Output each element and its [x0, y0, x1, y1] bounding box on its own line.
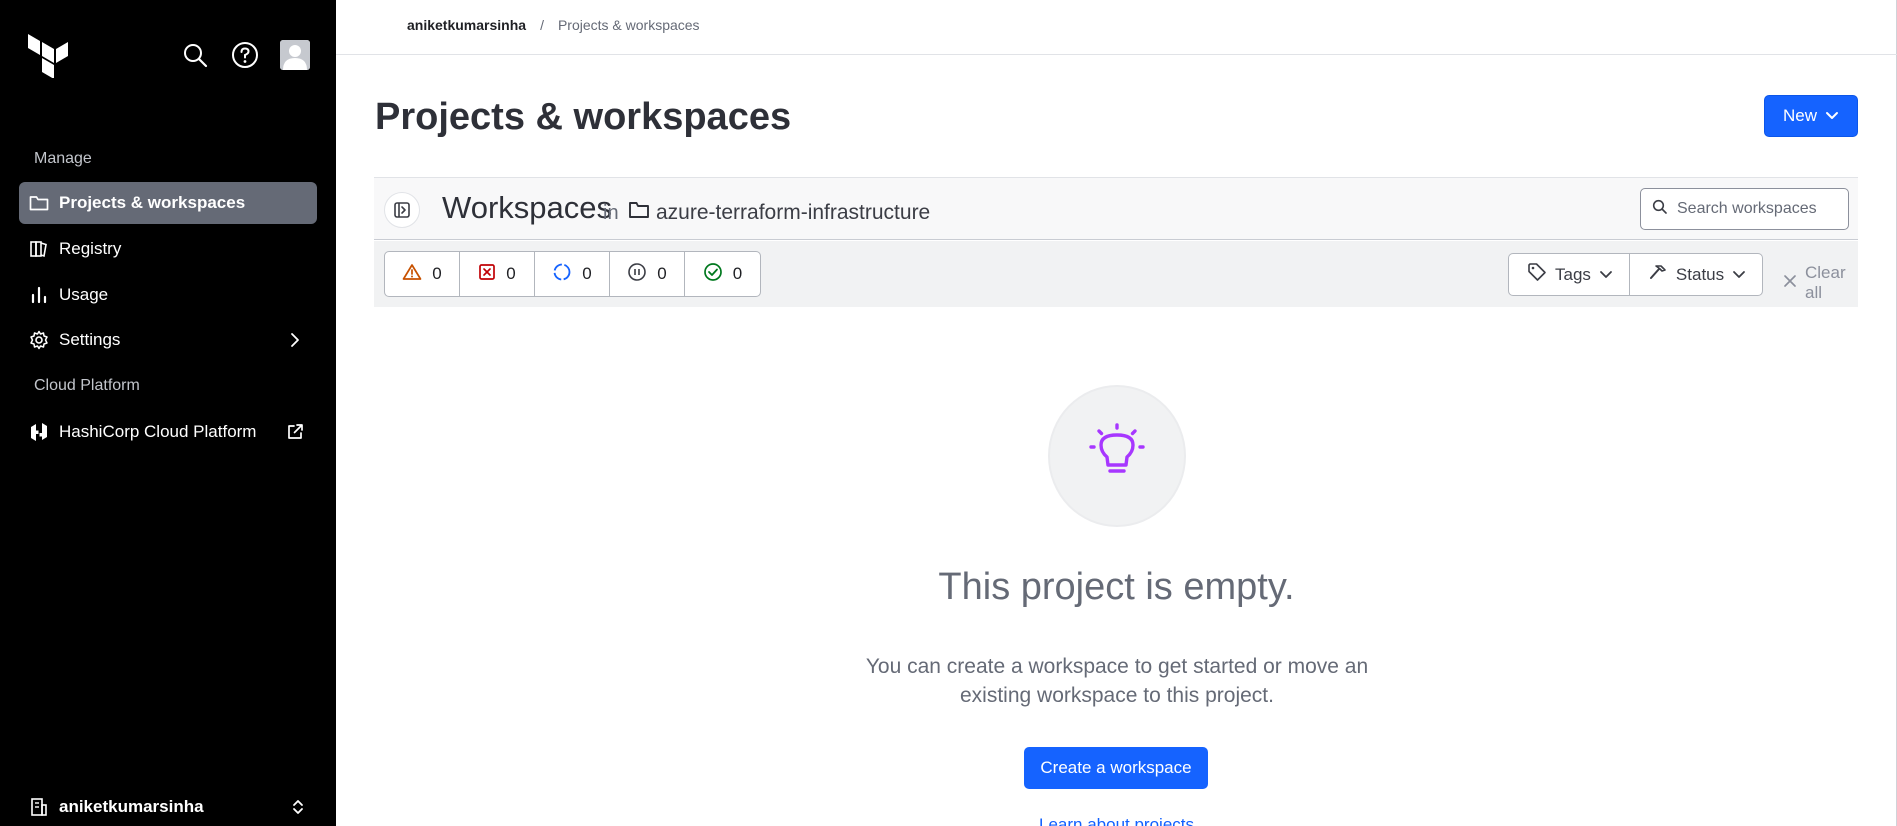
clear-all-label: Clear all	[1805, 263, 1846, 302]
breadcrumb-org-link[interactable]: aniketkumarsinha	[407, 17, 526, 33]
org-name: aniketkumarsinha	[59, 797, 204, 816]
external-link-icon	[285, 422, 305, 442]
terraform-logo-icon[interactable]	[28, 34, 68, 79]
paused-filter-button[interactable]: 0	[610, 252, 685, 296]
chevron-up-down-icon	[291, 798, 305, 821]
clear-all-button[interactable]: Clear all	[1783, 263, 1858, 303]
hammer-icon	[1648, 262, 1668, 287]
sidebar-item-label: Settings	[59, 330, 121, 349]
success-count: 0	[732, 264, 743, 283]
page-title: Projects & workspaces	[375, 96, 792, 138]
running-icon	[552, 262, 572, 287]
success-filter-button[interactable]: 0	[685, 252, 760, 296]
learn-about-projects-link[interactable]: Learn about projects	[336, 815, 1897, 826]
sidebar: Manage Projects & workspaces Registry Us…	[0, 0, 336, 826]
sidebar-item-registry[interactable]: Registry	[19, 228, 317, 270]
filter-dropdowns: Tags Status	[1508, 253, 1764, 296]
workspaces-title: Workspaces	[442, 190, 612, 225]
registry-icon	[29, 239, 49, 259]
org-switcher[interactable]: aniketkumarsinha	[19, 788, 317, 826]
status-label: Status	[1675, 264, 1725, 284]
project-name: azure-terraform-infrastructure	[656, 201, 931, 224]
error-count: 0	[506, 264, 516, 283]
hashicorp-icon	[29, 422, 49, 442]
chevron-down-icon	[1732, 265, 1746, 285]
paused-icon	[627, 262, 647, 287]
empty-state-title: This project is empty.	[938, 566, 1295, 608]
warning-count: 0	[432, 264, 442, 283]
empty-state-illustration	[1048, 385, 1186, 527]
warning-icon	[402, 263, 422, 286]
new-button-label: New	[1782, 106, 1817, 125]
folder-icon	[29, 193, 49, 213]
chevron-down-icon	[1825, 106, 1839, 126]
breadcrumb-separator: /	[540, 17, 544, 33]
tags-dropdown[interactable]: Tags	[1509, 254, 1630, 295]
new-button[interactable]: New	[1764, 95, 1858, 137]
running-count: 0	[582, 264, 592, 283]
sidebar-item-label: Usage	[59, 285, 109, 304]
warning-filter-button[interactable]: 0	[385, 252, 460, 296]
empty-state-description: You can create a workspace to get starte…	[865, 655, 1369, 707]
sidebar-item-usage[interactable]: Usage	[19, 274, 317, 316]
header-divider	[336, 54, 1897, 55]
sidebar-toggle-button[interactable]	[384, 192, 420, 228]
filter-bar: 0 0 0 0 0 Tags Status Clear all	[374, 241, 1858, 307]
cloud-platform-section-label: Cloud Platform	[34, 377, 140, 394]
chevron-right-icon	[285, 330, 305, 350]
search-icon[interactable]	[180, 40, 210, 70]
chevron-down-icon	[1599, 265, 1613, 285]
status-filter-group: 0 0 0 0 0	[384, 251, 761, 297]
manage-section-label: Manage	[34, 150, 92, 167]
sidebar-item-projects-workspaces[interactable]: Projects & workspaces	[19, 182, 317, 224]
workspaces-in-label: in	[603, 202, 619, 224]
lightbulb-icon	[1087, 422, 1147, 490]
breadcrumb-current: Projects & workspaces	[557, 17, 700, 33]
sidebar-item-label: Registry	[59, 239, 122, 258]
close-icon	[1783, 273, 1797, 293]
error-filter-button[interactable]: 0	[460, 252, 535, 296]
workspaces-header: Workspaces in azure-terraform-infrastruc…	[374, 177, 1858, 240]
bar-chart-icon	[29, 285, 49, 305]
search-workspaces-field[interactable]	[1640, 188, 1849, 230]
running-filter-button[interactable]: 0	[535, 252, 610, 296]
building-icon	[29, 797, 49, 817]
avatar[interactable]	[280, 40, 310, 70]
folder-icon	[628, 200, 650, 222]
gear-icon	[29, 330, 49, 350]
main-content: aniketkumarsinha / Projects & workspaces…	[336, 0, 1897, 826]
create-workspace-button[interactable]: Create a workspace	[1024, 747, 1208, 789]
sidebar-item-hcp[interactable]: HashiCorp Cloud Platform	[19, 411, 317, 453]
sidebar-item-label: HashiCorp Cloud Platform	[59, 422, 257, 441]
sidebar-item-settings[interactable]: Settings	[19, 319, 317, 361]
sidebar-item-label: Projects & workspaces	[59, 193, 246, 212]
help-icon[interactable]	[230, 40, 260, 70]
search-icon	[1652, 199, 1667, 219]
status-dropdown[interactable]: Status	[1630, 254, 1762, 295]
error-icon	[478, 263, 496, 286]
paused-count: 0	[657, 264, 667, 283]
tag-icon	[1527, 262, 1547, 287]
success-icon	[703, 262, 723, 287]
search-workspaces-input[interactable]	[1677, 200, 1837, 218]
breadcrumb: aniketkumarsinha / Projects & workspaces	[407, 17, 700, 33]
tags-label: Tags	[1555, 264, 1591, 284]
